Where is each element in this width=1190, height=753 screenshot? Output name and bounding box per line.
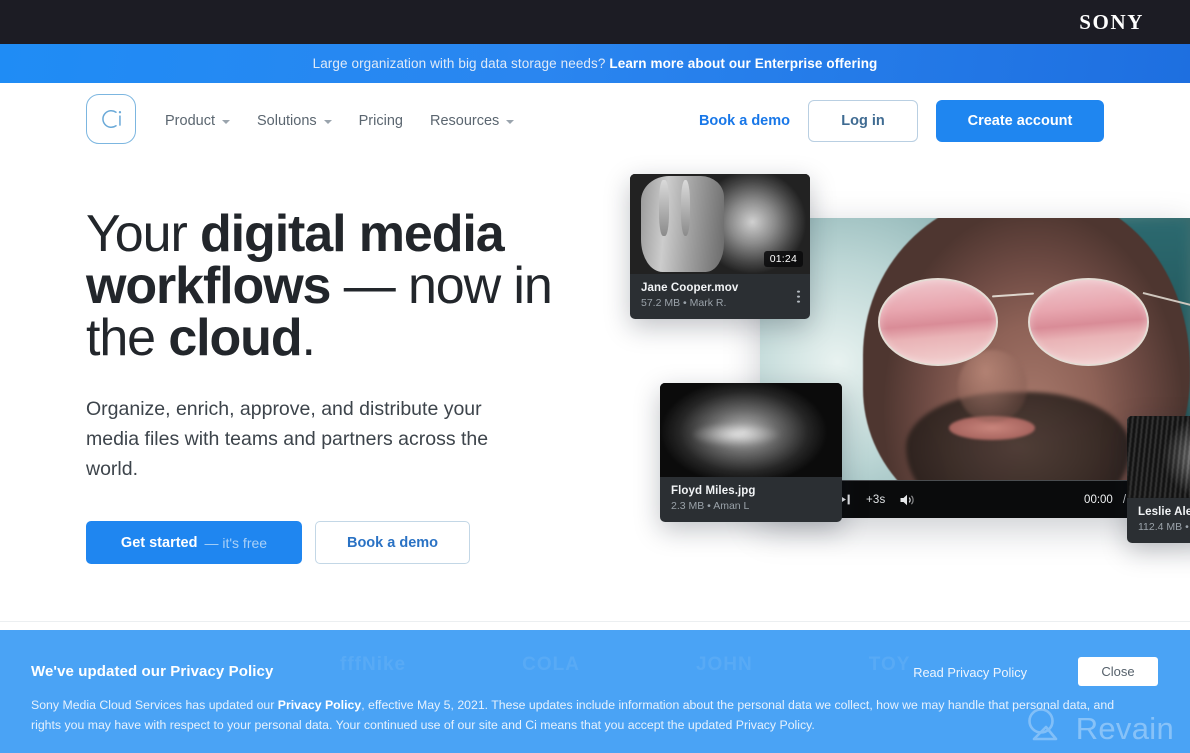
file-name: Floyd Miles.jpg — [671, 485, 756, 497]
player-current-time: 00:00 — [1084, 493, 1113, 506]
file-card-leslie-alexander[interactable]: Leslie Alexander 112.4 MB • Ja — [1127, 416, 1190, 543]
file-name: Jane Cooper.mov — [641, 282, 739, 294]
nav-item-resources[interactable]: Resources — [429, 112, 515, 129]
privacy-banner-title: We've updated our Privacy Policy — [31, 663, 274, 680]
close-button[interactable]: Close — [1078, 657, 1158, 686]
file-meta: Leslie Alexander 112.4 MB • Ja — [1127, 498, 1190, 543]
headline-seg-1: Your — [86, 205, 201, 263]
get-started-label: Get started — [120, 534, 198, 551]
sony-top-bar: SONY — [0, 0, 1190, 44]
hero-media-stage: +3s 00:00 / 03:50 — [600, 158, 1190, 622]
nav-links: Product Solutions Pricing Resources — [165, 83, 515, 158]
volume-icon[interactable] — [900, 494, 916, 506]
main-navigation: Product Solutions Pricing Resources Book… — [0, 83, 1190, 158]
file-thumbnail — [1127, 416, 1190, 498]
sunglass-lens-left — [877, 278, 999, 366]
hero-section: Your digital media workflows — now in th… — [0, 158, 1190, 622]
more-options-icon[interactable] — [797, 290, 800, 303]
sunglass-lens-right — [1028, 278, 1149, 366]
file-card-jane-cooper[interactable]: 01:24 Jane Cooper.mov 57.2 MB • Mark R. — [630, 174, 810, 319]
read-privacy-policy-link[interactable]: Read Privacy Policy — [913, 665, 1027, 680]
thumbnail-image — [1127, 416, 1190, 498]
get-started-note: — it's free — [204, 534, 268, 551]
file-name: Leslie Alexander — [1138, 506, 1190, 518]
file-sub-meta: 57.2 MB • Mark R. — [641, 297, 727, 309]
promo-link[interactable]: Learn more about our Enterprise offering — [609, 56, 877, 71]
file-meta: Floyd Miles.jpg 2.3 MB • Aman L — [660, 477, 842, 522]
nav-item-pricing[interactable]: Pricing — [359, 113, 403, 129]
privacy-policy-inline-link[interactable]: Privacy Policy — [278, 698, 361, 712]
privacy-policy-banner: fffNike COLA JOHN TOY We've updated our … — [0, 630, 1190, 753]
thumbnail-image — [660, 383, 842, 477]
sony-logo[interactable]: SONY — [1079, 11, 1144, 33]
file-meta: Jane Cooper.mov 57.2 MB • Mark R. — [630, 274, 810, 319]
duration-badge: 01:24 — [763, 251, 803, 267]
promo-text: Large organization with big data storage… — [313, 56, 878, 71]
ci-logo-icon — [102, 109, 122, 129]
landing-page: SONY Large organization with big data st… — [0, 0, 1190, 753]
thumbnail-hand-overlay — [640, 176, 724, 272]
ci-logo[interactable] — [86, 94, 136, 144]
privacy-banner-body: Sony Media Cloud Services has updated ou… — [31, 696, 1139, 736]
login-button[interactable]: Log in — [808, 99, 918, 142]
create-account-button[interactable]: Create account — [936, 99, 1104, 142]
sunglass-bridge — [992, 292, 1035, 298]
promo-lead: Large organization with big data storage… — [312, 56, 606, 71]
file-thumbnail: 01:24 — [630, 174, 810, 274]
file-sub-meta: 112.4 MB • Ja — [1138, 521, 1190, 533]
hero-subheadline: Organize, enrich, approve, and distribut… — [86, 398, 489, 481]
nav-item-solutions[interactable]: Solutions — [257, 113, 332, 129]
ghost-logo-2: COLA — [522, 654, 580, 675]
file-card-floyd-miles[interactable]: Floyd Miles.jpg 2.3 MB • Aman L — [660, 383, 842, 522]
page-title: Your digital media workflows — now in th… — [86, 208, 556, 364]
hero-book-demo-button[interactable]: Book a demo — [315, 521, 470, 565]
file-thumbnail — [660, 383, 842, 477]
chevron-down-icon — [323, 119, 332, 124]
privacy-body-part-1: Sony Media Cloud Services has updated ou… — [31, 698, 278, 712]
headline-seg-5: . — [301, 309, 316, 367]
nav-item-product-label: Product — [165, 112, 215, 129]
nav-item-resources-label: Resources — [429, 112, 500, 129]
video-subject-sunglasses — [872, 272, 1190, 374]
hero-cta-row: Get started — it's free Book a demo — [86, 521, 556, 565]
chevron-down-icon — [506, 119, 515, 124]
nav-book-demo-link[interactable]: Book a demo — [699, 113, 790, 129]
nav-item-solutions-label: Solutions — [256, 112, 317, 129]
chevron-down-icon — [221, 119, 230, 124]
ghost-logo-1: fffNike — [340, 654, 407, 675]
enterprise-promo-bar[interactable]: Large organization with big data storage… — [0, 44, 1190, 83]
get-started-button[interactable]: Get started — it's free — [86, 521, 302, 565]
ghost-logo-3: JOHN — [695, 654, 753, 675]
nav-item-product[interactable]: Product — [165, 113, 230, 129]
nav-actions: Book a demo Log in Create account — [699, 83, 1104, 158]
skip-forward-3s-button[interactable]: +3s — [866, 494, 885, 506]
nav-item-pricing-label: Pricing — [358, 112, 403, 129]
headline-seg-4: cloud — [168, 309, 302, 367]
hero-copy: Your digital media workflows — now in th… — [86, 208, 556, 565]
ghost-logo-4: TOY — [868, 654, 911, 675]
file-sub-meta: 2.3 MB • Aman L — [671, 500, 750, 512]
